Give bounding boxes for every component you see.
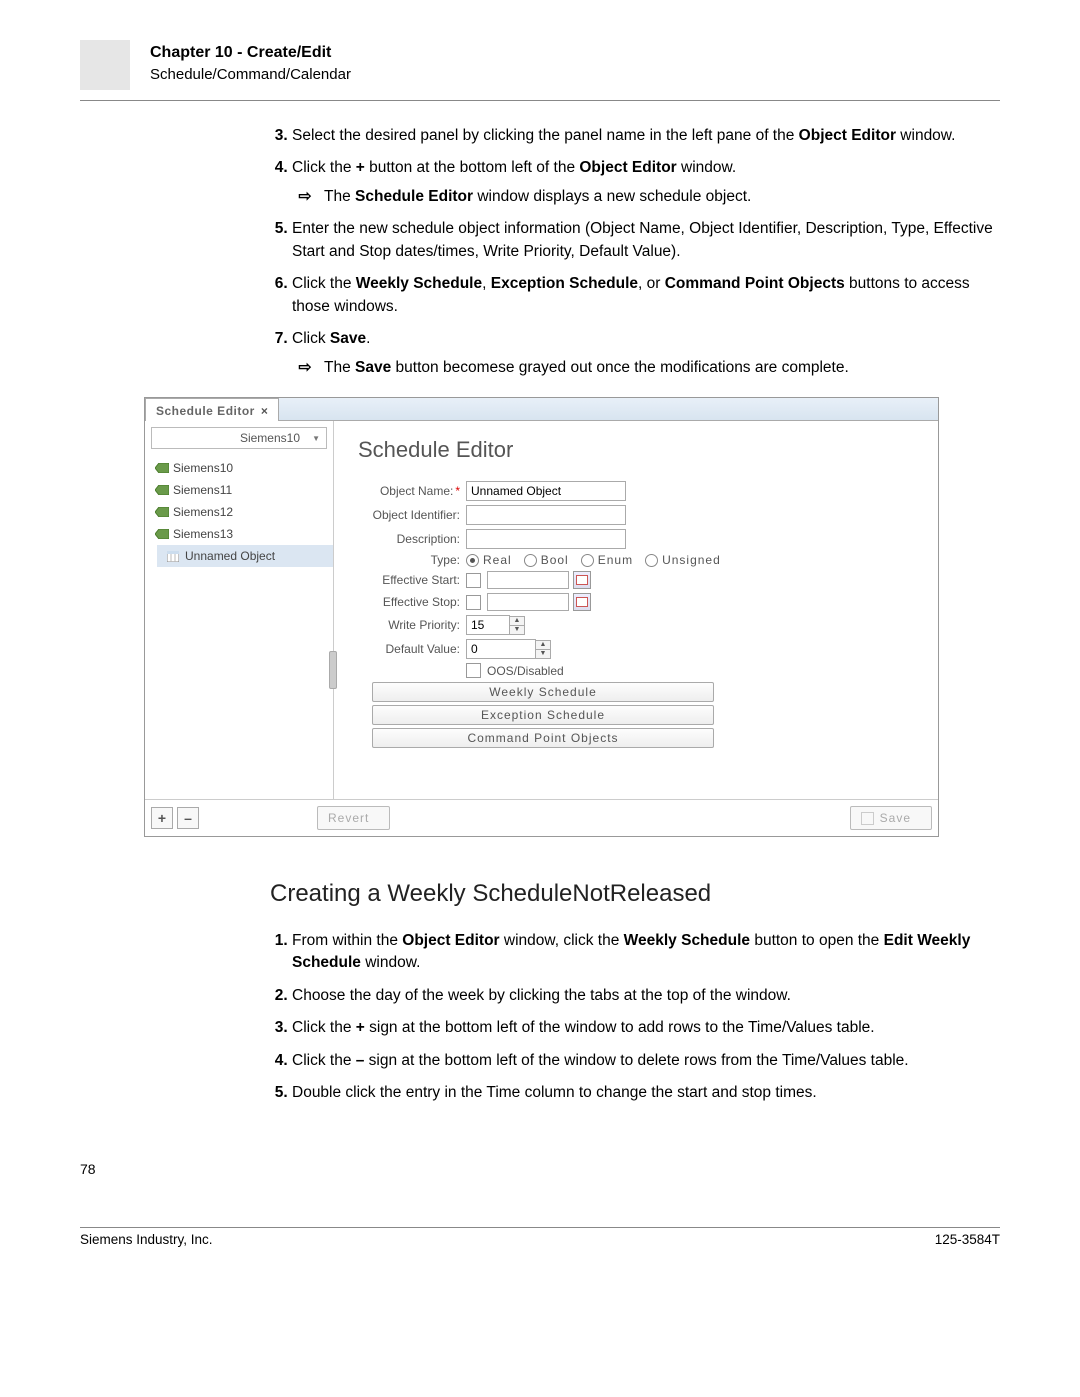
label-default-value: Default Value:: [348, 642, 460, 656]
editor-sidebar: Siemens10 ▼ Siemens10 Siemens11 Siemens1…: [145, 421, 334, 799]
schedule-editor-screenshot: Schedule Editor × Siemens10 ▼ Siemens10: [144, 397, 939, 837]
input-effective-start-date[interactable]: [487, 571, 569, 589]
checkbox-effective-start[interactable]: [466, 573, 481, 588]
panel-icon: [155, 507, 169, 517]
step-3: Select the desired panel by clicking the…: [292, 125, 1000, 147]
spinner-up-icon[interactable]: ▲: [510, 617, 524, 626]
input-object-identifier[interactable]: [466, 505, 626, 525]
step-4: Click the + button at the bottom left of…: [292, 157, 1000, 208]
label-write-priority: Write Priority:: [348, 618, 460, 632]
radio-real[interactable]: Real: [466, 553, 512, 567]
step-5: Enter the new schedule object informatio…: [292, 218, 1000, 263]
input-default-value[interactable]: [466, 639, 536, 659]
save-check-icon: [861, 812, 874, 825]
save-button[interactable]: Save: [850, 806, 932, 830]
radio-icon: [524, 554, 537, 567]
checkbox-oos[interactable]: [466, 663, 481, 678]
step-b4: Click the – sign at the bottom left of t…: [292, 1050, 1000, 1072]
tree-item-panel[interactable]: Siemens10: [145, 457, 333, 479]
tree-item-panel[interactable]: Siemens12: [145, 501, 333, 523]
spinner-up-icon[interactable]: ▲: [536, 641, 550, 650]
editor-tab-label: Schedule Editor: [156, 404, 255, 418]
editor-tab[interactable]: Schedule Editor ×: [145, 398, 279, 421]
revert-button[interactable]: Revert: [317, 806, 390, 830]
instruction-list-top: Select the desired panel by clicking the…: [270, 125, 1000, 379]
input-object-name[interactable]: [466, 481, 626, 501]
tree-item-schedule[interactable]: Unnamed Object: [157, 545, 333, 567]
label-effective-stop: Effective Stop:: [348, 595, 460, 609]
tab-close-icon[interactable]: ×: [261, 404, 269, 418]
add-button[interactable]: +: [151, 807, 173, 829]
panel-tree: Siemens10 Siemens11 Siemens12 Siemens13: [145, 455, 333, 799]
section-heading: Creating a Weekly ScheduleNotReleased: [270, 877, 1000, 912]
radio-bool[interactable]: Bool: [524, 553, 569, 567]
input-write-priority[interactable]: [466, 615, 510, 635]
footer-docid: 125-3584T: [935, 1232, 1000, 1247]
header-icon-placeholder: [80, 40, 130, 90]
calendar-icon[interactable]: [573, 571, 591, 589]
step-b2: Choose the day of the week by clicking t…: [292, 985, 1000, 1007]
step-b1: From within the Object Editor window, cl…: [292, 930, 1000, 975]
label-description: Description:: [348, 532, 460, 546]
editor-main-panel: Schedule Editor Object Name:* Object Ide…: [334, 421, 938, 799]
radio-icon: [466, 554, 479, 567]
editor-heading: Schedule Editor: [358, 437, 924, 463]
panel-dropdown-value: Siemens10: [152, 431, 304, 445]
panel-icon: [155, 463, 169, 473]
label-type: Type:: [348, 553, 460, 567]
schedule-icon: [167, 551, 181, 561]
spinner-buttons[interactable]: ▲ ▼: [510, 616, 525, 635]
chapter-subtitle: Schedule/Command/Calendar: [150, 66, 351, 83]
label-object-name: Object Name:*: [348, 484, 460, 498]
page-number: 78: [80, 1161, 1000, 1177]
radio-unsigned[interactable]: Unsigned: [645, 553, 721, 567]
page-header: Chapter 10 - Create/Edit Schedule/Comman…: [80, 40, 1000, 101]
radio-icon: [645, 554, 658, 567]
panel-dropdown[interactable]: Siemens10 ▼: [151, 427, 327, 449]
spinner-down-icon[interactable]: ▼: [536, 650, 550, 658]
checkbox-effective-stop[interactable]: [466, 595, 481, 610]
scrollbar-handle[interactable]: [329, 651, 337, 689]
label-oos: OOS/Disabled: [487, 664, 564, 678]
remove-button[interactable]: –: [177, 807, 199, 829]
spinner-down-icon[interactable]: ▼: [510, 626, 524, 634]
chevron-down-icon: ▼: [312, 434, 320, 443]
step-6: Click the Weekly Schedule, Exception Sch…: [292, 273, 1000, 318]
exception-schedule-button[interactable]: Exception Schedule: [372, 705, 714, 725]
chapter-title: Chapter 10 - Create/Edit: [150, 44, 351, 62]
tree-item-panel[interactable]: Siemens13: [145, 523, 333, 545]
weekly-schedule-button[interactable]: Weekly Schedule: [372, 682, 714, 702]
result-arrow-icon: ⇨: [298, 357, 312, 379]
instruction-list-bottom: From within the Object Editor window, cl…: [270, 930, 1000, 1105]
spinner-buttons[interactable]: ▲ ▼: [536, 640, 551, 659]
command-point-objects-button[interactable]: Command Point Objects: [372, 728, 714, 748]
tree-item-panel[interactable]: Siemens11: [145, 479, 333, 501]
step-7: Click Save. ⇨ The Save button becomese g…: [292, 328, 1000, 379]
label-object-identifier: Object Identifier:: [348, 508, 460, 522]
input-description[interactable]: [466, 529, 626, 549]
panel-icon: [155, 485, 169, 495]
label-effective-start: Effective Start:: [348, 573, 460, 587]
result-arrow-icon: ⇨: [298, 186, 312, 208]
panel-icon: [155, 529, 169, 539]
step-b3: Click the + sign at the bottom left of t…: [292, 1017, 1000, 1039]
editor-footer: + – Revert Save: [145, 799, 938, 836]
radio-enum[interactable]: Enum: [581, 553, 633, 567]
calendar-icon[interactable]: [573, 593, 591, 611]
step-b5: Double click the entry in the Time colum…: [292, 1082, 1000, 1104]
input-effective-stop-date[interactable]: [487, 593, 569, 611]
footer-company: Siemens Industry, Inc.: [80, 1232, 213, 1247]
radio-icon: [581, 554, 594, 567]
